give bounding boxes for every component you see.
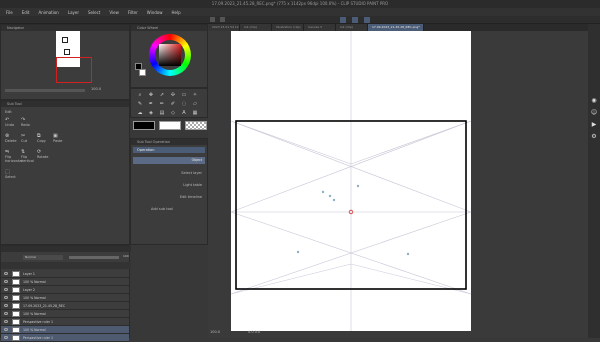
menu-file[interactable]: File <box>6 10 13 15</box>
undo-subtool[interactable]: ↶ Undo <box>5 117 20 127</box>
blend-mode-select[interactable]: Normal <box>23 255 63 260</box>
menu-select[interactable]: Select <box>88 10 100 15</box>
canvas-zoom: 100.0 <box>210 330 221 334</box>
layer-row[interactable]: 100 % Normal <box>1 310 129 318</box>
color-wheel-title: Color Wheel <box>131 25 207 31</box>
navigator-panel: Navigator 100.0 <box>0 24 130 100</box>
flip-h-subtool[interactable]: ⇋ Flip horizontal <box>5 149 22 163</box>
layer-row[interactable]: 100 % Normal <box>1 278 129 286</box>
layer-toolbar <box>1 262 131 269</box>
tool-palette: ⌕ ✥ ➚ ✣ ▭ ✧ ✎ ✒ ✏ ✐ ◌ ▱ ☁ ◈ ▤ ◇ A ▦ <box>130 88 208 118</box>
video-icon[interactable]: ▶ <box>590 120 598 128</box>
move-tool-icon[interactable]: ✥ <box>146 91 156 99</box>
pose-icon[interactable]: ☺ <box>590 108 598 116</box>
fill-icon[interactable]: ◈ <box>146 109 156 117</box>
paste-subtool[interactable]: ▣ Paste <box>53 133 68 143</box>
thumb-figure <box>62 37 68 43</box>
layer-row[interactable]: Perspective ruler 1 <box>1 318 129 326</box>
sub-tool-title: Sub Tool <box>1 101 129 107</box>
zoom-value: 100.0 <box>91 87 102 91</box>
menu-view[interactable]: View <box>109 10 119 15</box>
copy-subtool[interactable]: ⧉ Copy <box>37 133 52 143</box>
camera-icon[interactable]: ◉ <box>590 96 598 104</box>
menu-filter[interactable]: Filter <box>128 10 138 15</box>
select-subtool[interactable]: ⬚ Select <box>5 169 20 179</box>
airbrush-icon[interactable]: ◌ <box>179 100 189 108</box>
black-color-chip[interactable] <box>133 121 155 130</box>
operation-tool-icon[interactable]: ➚ <box>157 91 167 99</box>
delete-subtool[interactable]: ⊗ Delete <box>5 133 20 143</box>
undo-icon[interactable] <box>210 17 215 22</box>
menu-edit[interactable]: Edit <box>22 10 30 15</box>
color-wheel-panel: Color Wheel <box>130 24 208 88</box>
tool-property-title: Sub Tool Operation <box>131 139 207 145</box>
opacity-value: 100 <box>123 254 129 258</box>
flip-v-subtool[interactable]: ⇅ Flip vertical <box>21 149 36 163</box>
light-table-option[interactable]: Light table <box>133 183 205 187</box>
redo-subtool[interactable]: ↷ Redo <box>21 117 36 127</box>
perspective-ruler[interactable] <box>208 24 588 338</box>
add-sub-tool-button[interactable]: Add sub tool <box>151 207 173 211</box>
zoom-tool-icon[interactable]: ⌕ <box>135 91 145 99</box>
right-sidebar: ◉ ☺ ▶ ⚙ <box>588 24 600 338</box>
redo-icon[interactable] <box>220 17 225 22</box>
pen-icon[interactable]: ✒ <box>146 100 156 108</box>
menu-window[interactable]: Window <box>147 10 163 15</box>
menu-help[interactable]: Help <box>172 10 181 15</box>
layer-move-icon[interactable]: ✣ <box>168 91 178 99</box>
brush-icon[interactable]: ✐ <box>168 100 178 108</box>
layer-row[interactable]: Layer 1 <box>1 270 129 278</box>
snap-special-icon[interactable] <box>364 17 370 23</box>
figure-icon[interactable]: ◇ <box>168 109 178 117</box>
hue-ring[interactable] <box>149 34 191 76</box>
gear-icon[interactable]: ⚙ <box>590 132 598 140</box>
selection-icon[interactable]: ▭ <box>179 91 189 99</box>
command-bar <box>0 16 600 24</box>
layer-row-selected[interactable]: 100 % Normal <box>1 326 129 334</box>
menu-bar: File Edit Animation Layer Select View Fi… <box>0 8 600 16</box>
navigator-viewport-box[interactable] <box>56 57 92 83</box>
layer-panel: Normal 100 Layer 1 100 % Normal Layer 2 … <box>0 245 131 342</box>
sub-color-swatch[interactable] <box>139 69 146 76</box>
thumb-figure-2 <box>64 49 70 55</box>
layer-list: Layer 1 100 % Normal Layer 2 100 % Norma… <box>1 270 129 342</box>
menu-layer[interactable]: Layer <box>68 10 79 15</box>
snap-grid-icon[interactable] <box>352 17 358 23</box>
menu-animation[interactable]: Animation <box>38 10 58 15</box>
sub-tool-panel: Sub Tool Edit ↶ Undo ↷ Redo ⊗ Delete ✂ Cut ⧉… <box>0 100 130 245</box>
cut-subtool[interactable]: ✂ Cut <box>21 133 36 143</box>
object-option[interactable]: Object <box>133 157 205 164</box>
sub-tool-group: Edit <box>5 110 12 114</box>
saturation-square[interactable] <box>159 44 181 66</box>
operation-header: Operation <box>133 147 205 153</box>
opacity-slider[interactable] <box>69 256 119 259</box>
eraser-icon[interactable]: ▱ <box>190 100 200 108</box>
eyedropper-icon[interactable]: ✎ <box>135 100 145 108</box>
text-icon[interactable]: A <box>179 109 189 117</box>
edit-timeline-option[interactable]: Edit timeline <box>133 195 205 199</box>
layer-row[interactable]: 100 % Normal <box>1 294 129 302</box>
canvas-area: 2023 23 01 54 12 Ink (clip) Illustration… <box>208 24 588 338</box>
layer-panel-header <box>1 246 131 252</box>
layer-row[interactable]: 17.09.2023_21.45.28_REC <box>1 302 129 310</box>
layer-row[interactable]: Layer 2 <box>1 286 129 294</box>
tool-property-panel: Sub Tool Operation Operation Object Sele… <box>130 138 208 245</box>
transparent-color-chip[interactable] <box>185 121 207 130</box>
canvas-coords: 0.0 0.0 <box>248 330 261 334</box>
pencil-icon[interactable]: ✏ <box>157 100 167 108</box>
blend-icon[interactable]: ☁ <box>135 109 145 117</box>
ruler-icon[interactable]: ▦ <box>190 109 200 117</box>
zoom-slider[interactable] <box>5 89 85 92</box>
gradient-icon[interactable]: ▤ <box>157 109 167 117</box>
select-layer-option[interactable]: Select layer <box>133 171 205 175</box>
snap-ruler-icon[interactable] <box>340 17 346 23</box>
auto-select-icon[interactable]: ✧ <box>190 91 200 99</box>
white-color-chip[interactable] <box>159 121 181 130</box>
rotate-subtool[interactable]: ⟳ Rotate <box>37 149 52 163</box>
layer-row-selected[interactable]: Perspective ruler 1 <box>1 334 129 342</box>
window-title: 17.09.2023_21.45.28_REC.png* (775 x 1142… <box>0 0 600 8</box>
